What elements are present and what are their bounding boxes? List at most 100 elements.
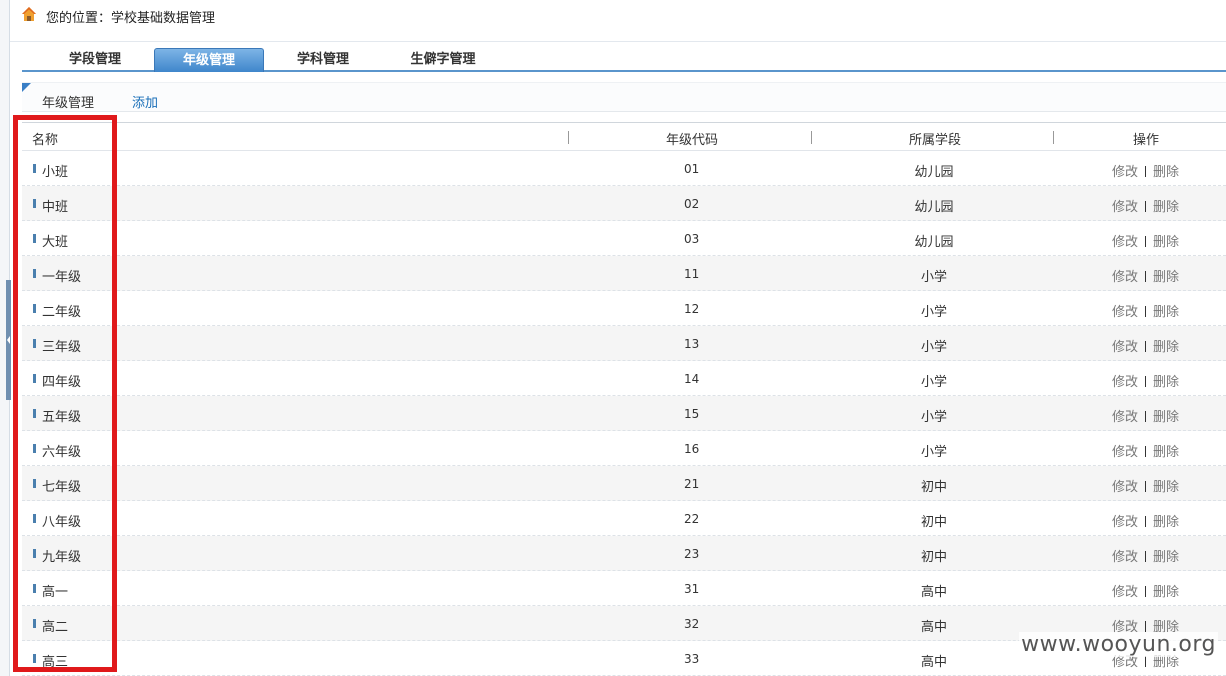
edit-link[interactable]: 修改 [1112, 200, 1138, 215]
edit-link[interactable]: 修改 [1112, 305, 1138, 320]
column-resize-handle[interactable] [568, 131, 569, 144]
grade-name: 一年级 [42, 270, 82, 285]
column-resize-handle[interactable] [1053, 131, 1054, 144]
delete-link[interactable]: 删除 [1153, 515, 1179, 530]
table-row[interactable]: 高一 31 高中 修改 删除 [22, 571, 1226, 606]
delete-link[interactable]: 删除 [1153, 375, 1179, 390]
action-divider [1145, 236, 1147, 247]
grade-stage: 高中 [921, 585, 948, 600]
edit-link[interactable]: 修改 [1112, 410, 1138, 425]
tab-subject-management[interactable]: 学科管理 [274, 48, 372, 72]
edit-link[interactable]: 修改 [1112, 480, 1138, 495]
grade-name: 五年级 [42, 410, 82, 425]
grade-name: 高三 [42, 655, 69, 670]
grade-stage: 幼儿园 [914, 235, 954, 250]
table-body: 小班 01 幼儿园 修改 删除 中班 02 幼儿园 修改 删除 大班 03 幼儿园 修改 删除 一年级 11 小学… [22, 151, 1226, 676]
delete-link[interactable]: 删除 [1153, 445, 1179, 460]
table-row[interactable]: 中班 02 幼儿园 修改 删除 [22, 186, 1226, 221]
edit-link[interactable]: 修改 [1112, 340, 1138, 355]
table-row[interactable]: 小班 01 幼儿园 修改 删除 [22, 151, 1226, 186]
edit-link[interactable]: 修改 [1112, 270, 1138, 285]
delete-link[interactable]: 删除 [1153, 480, 1179, 495]
table-row[interactable]: 八年级 22 初中 修改 删除 [22, 501, 1226, 536]
tab-rare-character-management[interactable]: 生僻字管理 [388, 48, 498, 72]
column-resize-handle[interactable] [811, 131, 812, 144]
edit-link[interactable]: 修改 [1112, 585, 1138, 600]
row-actions: 修改 删除 [1112, 441, 1179, 460]
column-header-grade-code[interactable]: 年级代码 [666, 129, 718, 148]
row-actions: 修改 删除 [1112, 581, 1179, 600]
add-grade-link[interactable]: 添加 [132, 92, 158, 111]
row-marker-icon [33, 374, 36, 383]
delete-link[interactable]: 删除 [1153, 340, 1179, 355]
table-row[interactable]: 七年级 21 初中 修改 删除 [22, 466, 1226, 501]
location-bar: 您的位置：学校基础数据管理 [10, 0, 1226, 42]
delete-link[interactable]: 删除 [1153, 585, 1179, 600]
delete-link[interactable]: 删除 [1153, 165, 1179, 180]
tab-bar: 学段管理 年级管理 学科管理 生僻字管理 [22, 48, 1226, 72]
grade-name: 大班 [42, 235, 69, 250]
row-marker-icon [33, 234, 36, 243]
edit-link[interactable]: 修改 [1112, 550, 1138, 565]
tab-grade-management[interactable]: 年级管理 [154, 48, 264, 72]
row-marker-icon [33, 549, 36, 558]
grade-name: 七年级 [42, 480, 82, 495]
edit-link[interactable]: 修改 [1112, 655, 1138, 670]
table-row[interactable]: 一年级 11 小学 修改 删除 [22, 256, 1226, 291]
grade-code: 33 [684, 652, 700, 666]
table-row[interactable]: 大班 03 幼儿园 修改 删除 [22, 221, 1226, 256]
row-actions: 修改 删除 [1112, 476, 1179, 495]
table-row[interactable]: 二年级 12 小学 修改 删除 [22, 291, 1226, 326]
row-marker-icon [33, 304, 36, 313]
row-actions: 修改 删除 [1112, 301, 1179, 320]
table-header: 名称 年级代码 所属学段 操作 [22, 122, 1226, 151]
grade-code: 13 [684, 337, 700, 351]
breadcrumb: 您的位置：学校基础数据管理 [46, 11, 216, 26]
edit-link[interactable]: 修改 [1112, 515, 1138, 530]
delete-link[interactable]: 删除 [1153, 655, 1179, 670]
grade-stage: 小学 [921, 410, 948, 425]
delete-link[interactable]: 删除 [1153, 235, 1179, 250]
action-divider [1145, 446, 1147, 457]
column-header-actions: 操作 [1133, 133, 1160, 148]
delete-link[interactable]: 删除 [1153, 270, 1179, 285]
grade-code: 23 [684, 547, 700, 561]
table-row[interactable]: 九年级 23 初中 修改 删除 [22, 536, 1226, 571]
grade-name: 高一 [42, 585, 69, 600]
row-marker-icon [33, 479, 36, 488]
table-row[interactable]: 四年级 14 小学 修改 删除 [22, 361, 1226, 396]
grade-code: 14 [684, 372, 700, 386]
delete-link[interactable]: 删除 [1153, 550, 1179, 565]
corner-marker-icon [22, 83, 31, 92]
tab-stage-management[interactable]: 学段管理 [46, 48, 144, 72]
grade-code: 01 [684, 162, 700, 176]
grade-name: 二年级 [42, 305, 82, 320]
edit-link[interactable]: 修改 [1112, 235, 1138, 250]
grade-table: 名称 年级代码 所属学段 操作 小班 01 幼儿园 修改 删除 中班 02 幼儿园 修改 删除大班… [22, 122, 1226, 676]
row-marker-icon [33, 164, 36, 173]
table-row[interactable]: 六年级 16 小学 修改 删除 [22, 431, 1226, 466]
grade-code: 22 [684, 512, 700, 526]
column-header-stage[interactable]: 所属学段 [909, 129, 961, 148]
row-marker-icon [33, 584, 36, 593]
edit-link[interactable]: 修改 [1112, 375, 1138, 390]
column-header-name[interactable]: 名称 [32, 129, 58, 148]
action-divider [1145, 411, 1147, 422]
grade-stage: 小学 [921, 305, 948, 320]
edit-link[interactable]: 修改 [1112, 165, 1138, 180]
row-marker-icon [33, 514, 36, 523]
grade-code: 11 [684, 267, 700, 281]
delete-link[interactable]: 删除 [1153, 200, 1179, 215]
delete-link[interactable]: 删除 [1153, 305, 1179, 320]
row-marker-icon [33, 339, 36, 348]
sidebar-collapse-handle[interactable] [6, 280, 11, 400]
grade-name: 高二 [42, 620, 69, 635]
watermark: www.wooyun.org [1019, 632, 1218, 657]
delete-link[interactable]: 删除 [1153, 410, 1179, 425]
edit-link[interactable]: 修改 [1112, 445, 1138, 460]
grade-name: 中班 [42, 200, 69, 215]
grade-stage: 初中 [921, 550, 948, 565]
row-marker-icon [33, 444, 36, 453]
table-row[interactable]: 五年级 15 小学 修改 删除 [22, 396, 1226, 431]
table-row[interactable]: 三年级 13 小学 修改 删除 [22, 326, 1226, 361]
